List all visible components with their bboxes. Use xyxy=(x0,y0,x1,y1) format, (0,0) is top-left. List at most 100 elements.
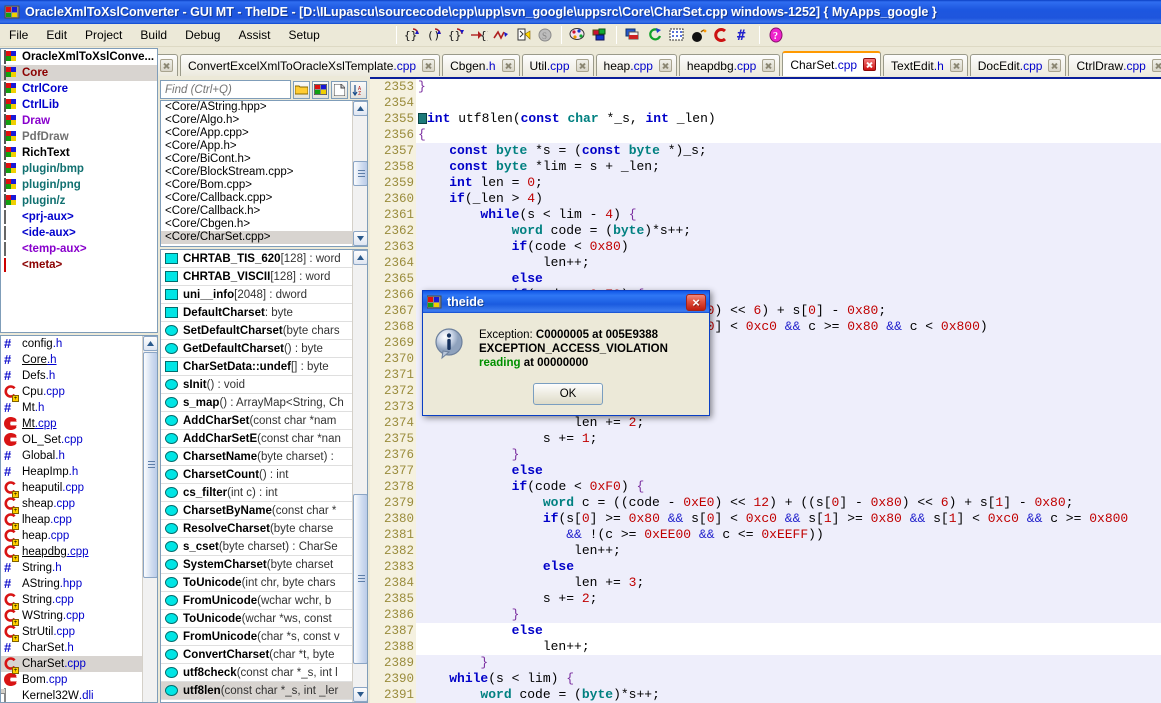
project-file-item[interactable]: +Cpu.cpp xyxy=(1,384,157,400)
code-line[interactable]: 2365 else xyxy=(370,271,1161,287)
code-line[interactable]: 2387 else xyxy=(370,623,1161,639)
project-file-item[interactable]: Mt.cpp xyxy=(1,416,157,432)
colors-palette-icon[interactable] xyxy=(568,25,588,45)
code-line[interactable]: 2379 word c = ((code - 0xE0) << 12) + ((… xyxy=(370,495,1161,511)
symbol-item[interactable]: FromUnicode(wchar wchr, b xyxy=(161,592,367,610)
package-item[interactable]: plugin/bmp xyxy=(1,161,157,177)
symbol-item[interactable]: s_cset(byte charset) : CharSe xyxy=(161,538,367,556)
code-line[interactable]: 2361 while(s < lim - 4) { xyxy=(370,207,1161,223)
project-file-item[interactable]: #Defs.h xyxy=(1,368,157,384)
tab-ctrldraw-cpp[interactable]: CtrlDraw .cpp xyxy=(1068,54,1161,76)
project-file-list-pane[interactable]: #config.h#Core.h#Defs.h+Cpu.cpp#Mt.hMt.c… xyxy=(0,335,158,703)
debug-step-out-icon[interactable]: {} xyxy=(447,25,467,45)
scroll-down-icon[interactable] xyxy=(353,687,368,702)
sort-az-icon[interactable]: A Z xyxy=(350,81,367,99)
project-file-item[interactable]: +heaputil.cpp xyxy=(1,480,157,496)
debug-run-to-icon[interactable]: {} xyxy=(469,25,489,45)
code-line[interactable]: 2382 len++; xyxy=(370,543,1161,559)
package-item[interactable]: plugin/png xyxy=(1,177,157,193)
debug-stop-icon[interactable]: S xyxy=(535,25,555,45)
tab-close-icon[interactable] xyxy=(502,59,515,72)
scroll-down-icon[interactable] xyxy=(353,231,368,246)
debug-step-over-icon[interactable]: () xyxy=(425,25,445,45)
layout-designer-icon[interactable] xyxy=(590,25,610,45)
project-file-item[interactable]: +sheap.cpp xyxy=(1,496,157,512)
help-question-icon[interactable]: ? xyxy=(766,25,786,45)
menu-assist[interactable]: Assist xyxy=(230,26,278,44)
symbol-item[interactable]: ToUnicode(int chr, byte chars xyxy=(161,574,367,592)
project-file-item[interactable]: +CharSet.cpp xyxy=(1,656,157,672)
editor-tabstrip[interactable]: s .h ConvertExcelXmlToOracleXslTemplate … xyxy=(130,50,1161,76)
symbol-item[interactable]: SetDefaultCharset(byte chars xyxy=(161,322,367,340)
package-item[interactable]: <temp-aux> xyxy=(1,241,157,257)
project-file-item[interactable]: Bom.cpp xyxy=(1,672,157,688)
tab-heapdbg-cpp[interactable]: heapdbg .cpp xyxy=(679,54,780,76)
code-line[interactable]: 2356{ xyxy=(370,127,1161,143)
hash-macros-icon[interactable]: # xyxy=(733,25,753,45)
debug-quick-icon[interactable] xyxy=(513,25,533,45)
package-item[interactable]: PdfDraw xyxy=(1,129,157,145)
code-line[interactable]: 2374 len += 2; xyxy=(370,415,1161,431)
code-line[interactable]: 2353} xyxy=(370,79,1161,95)
tab-heap-cpp[interactable]: heap .cpp xyxy=(596,54,677,76)
tab-charset-cpp[interactable]: CharSet .cpp xyxy=(782,51,881,76)
code-line[interactable]: 2355int utf8len(const char *_s, int _len… xyxy=(370,111,1161,127)
menu-build[interactable]: Build xyxy=(132,26,175,44)
scroll-up-icon[interactable] xyxy=(353,101,368,116)
menu-edit[interactable]: Edit xyxy=(38,26,75,44)
symbol-item[interactable]: uni__info[2048] : dword xyxy=(161,286,367,304)
symbol-item[interactable]: ConvertCharset(char *t, byte xyxy=(161,646,367,664)
project-file-item[interactable]: #String.h xyxy=(1,560,157,576)
symbol-item[interactable]: sInit() : void xyxy=(161,376,367,394)
list-item[interactable]: <Core/Cbgen.h> xyxy=(161,218,367,231)
code-line[interactable]: 2357 const byte *s = (const byte *)_s; xyxy=(370,143,1161,159)
core-file-scrollbar[interactable] xyxy=(352,101,367,246)
tab-close-icon[interactable] xyxy=(1152,59,1161,72)
list-item[interactable]: <Core/BlockStream.cpp> xyxy=(161,166,367,179)
code-line[interactable]: 2383 else xyxy=(370,559,1161,575)
symbol-item[interactable]: cs_filter(int c) : int xyxy=(161,484,367,502)
recompile-icon[interactable] xyxy=(711,25,731,45)
code-line[interactable]: 2391 word code = (byte)*s++; xyxy=(370,687,1161,703)
scroll-up-icon[interactable] xyxy=(143,336,158,351)
list-item[interactable]: <Core/CharSet.cpp> xyxy=(161,231,367,244)
project-file-item[interactable]: +StrUtil.cpp xyxy=(1,624,157,640)
debug-trace-icon[interactable] xyxy=(491,25,511,45)
code-line[interactable]: 2362 word code = (byte)*s++; xyxy=(370,223,1161,239)
symbol-item[interactable]: ResolveCharset(byte charse xyxy=(161,520,367,538)
search-input[interactable] xyxy=(160,80,291,99)
package-tree-pane[interactable]: OracleXmlToXslConve...CoreCtrlCoreCtrlLi… xyxy=(0,48,158,333)
tab-close-icon[interactable] xyxy=(160,59,173,72)
list-item[interactable]: <Core/BiCont.h> xyxy=(161,153,367,166)
menu-debug[interactable]: Debug xyxy=(177,26,228,44)
tab-close-icon[interactable] xyxy=(422,59,435,72)
core-file-list-pane[interactable]: <Core/AString.hpp><Core/Algo.h><Core/App… xyxy=(160,100,368,247)
code-line[interactable]: 2376 } xyxy=(370,447,1161,463)
tab-close-icon[interactable] xyxy=(863,58,876,71)
list-item[interactable]: <Core/App.cpp> xyxy=(161,127,367,140)
package-item[interactable]: <ide-aux> xyxy=(1,225,157,241)
exception-dialog[interactable]: theide × xyxy=(422,290,710,416)
tab-docedit-cpp[interactable]: DocEdit .cpp xyxy=(970,54,1067,76)
symbol-item[interactable]: CHRTAB_TIS_620[128] : word xyxy=(161,250,367,268)
list-item[interactable]: <Core/Algo.h> xyxy=(161,114,367,127)
symbol-scrollbar[interactable] xyxy=(352,250,367,702)
menu-setup[interactable]: Setup xyxy=(280,26,327,44)
package-item[interactable]: Core xyxy=(1,65,157,81)
project-file-item[interactable]: #config.h xyxy=(1,336,157,352)
code-line[interactable]: 2360 if(_len > 4) xyxy=(370,191,1161,207)
menu-file[interactable]: File xyxy=(1,26,36,44)
find-bar[interactable]: A Z xyxy=(160,79,368,100)
list-item[interactable]: <Core/Callback.cpp> xyxy=(161,192,367,205)
code-line[interactable]: 2359 int len = 0; xyxy=(370,175,1161,191)
symbol-list-pane[interactable]: CHRTAB_TIS_620[128] : wordCHRTAB_VISCII[… xyxy=(160,249,368,703)
project-file-item[interactable]: #Mt.h xyxy=(1,400,157,416)
code-line[interactable]: 2386 } xyxy=(370,607,1161,623)
package-icon[interactable] xyxy=(312,81,329,99)
window-list-icon[interactable] xyxy=(623,25,643,45)
project-file-item[interactable]: +heap.cpp xyxy=(1,528,157,544)
tab-close-icon[interactable] xyxy=(950,59,963,72)
project-files-scrollbar[interactable] xyxy=(142,336,157,702)
project-file-item[interactable]: #CharSet.h xyxy=(1,640,157,656)
code-line[interactable]: 2364 len++; xyxy=(370,255,1161,271)
